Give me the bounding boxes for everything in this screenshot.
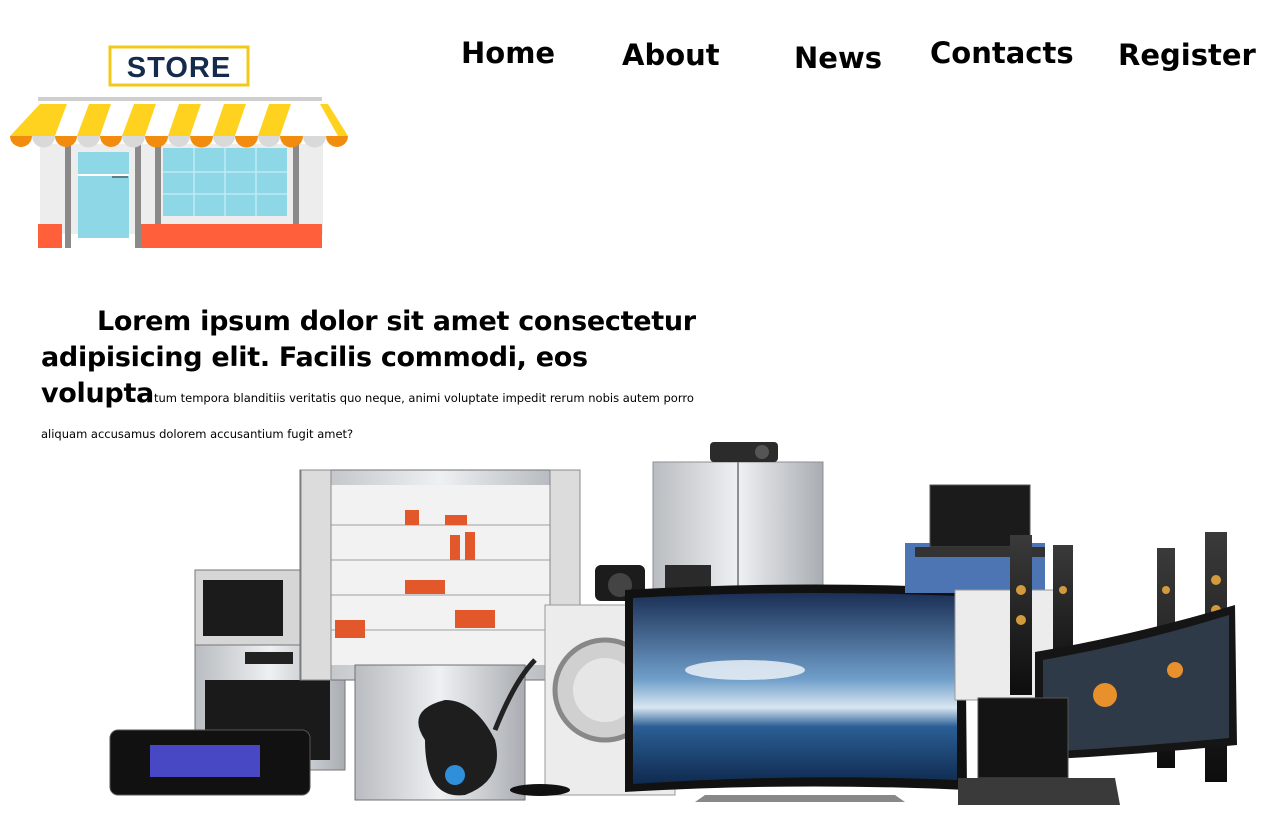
store-sign-text: STORE (127, 52, 231, 84)
nav-link-home[interactable]: Home (461, 36, 555, 70)
appliances-image (109, 442, 1237, 805)
store-door (78, 152, 129, 238)
nav-link-contacts[interactable]: Contacts (930, 36, 1074, 70)
curved-tv (625, 584, 967, 802)
store-logo[interactable]: STORE (10, 44, 350, 250)
store-base (38, 224, 62, 248)
store-awning (10, 104, 348, 148)
soundbar (109, 729, 311, 796)
hero-text: Lorem ipsum dolor sit amet consectetur a… (41, 304, 701, 448)
nav-link-news[interactable]: News (794, 41, 882, 75)
hero-paragraph: Lorem ipsum dolor sit amet consectetur a… (41, 304, 701, 448)
nav-link-about[interactable]: About (622, 38, 720, 72)
nav-link-register[interactable]: Register (1118, 38, 1256, 72)
